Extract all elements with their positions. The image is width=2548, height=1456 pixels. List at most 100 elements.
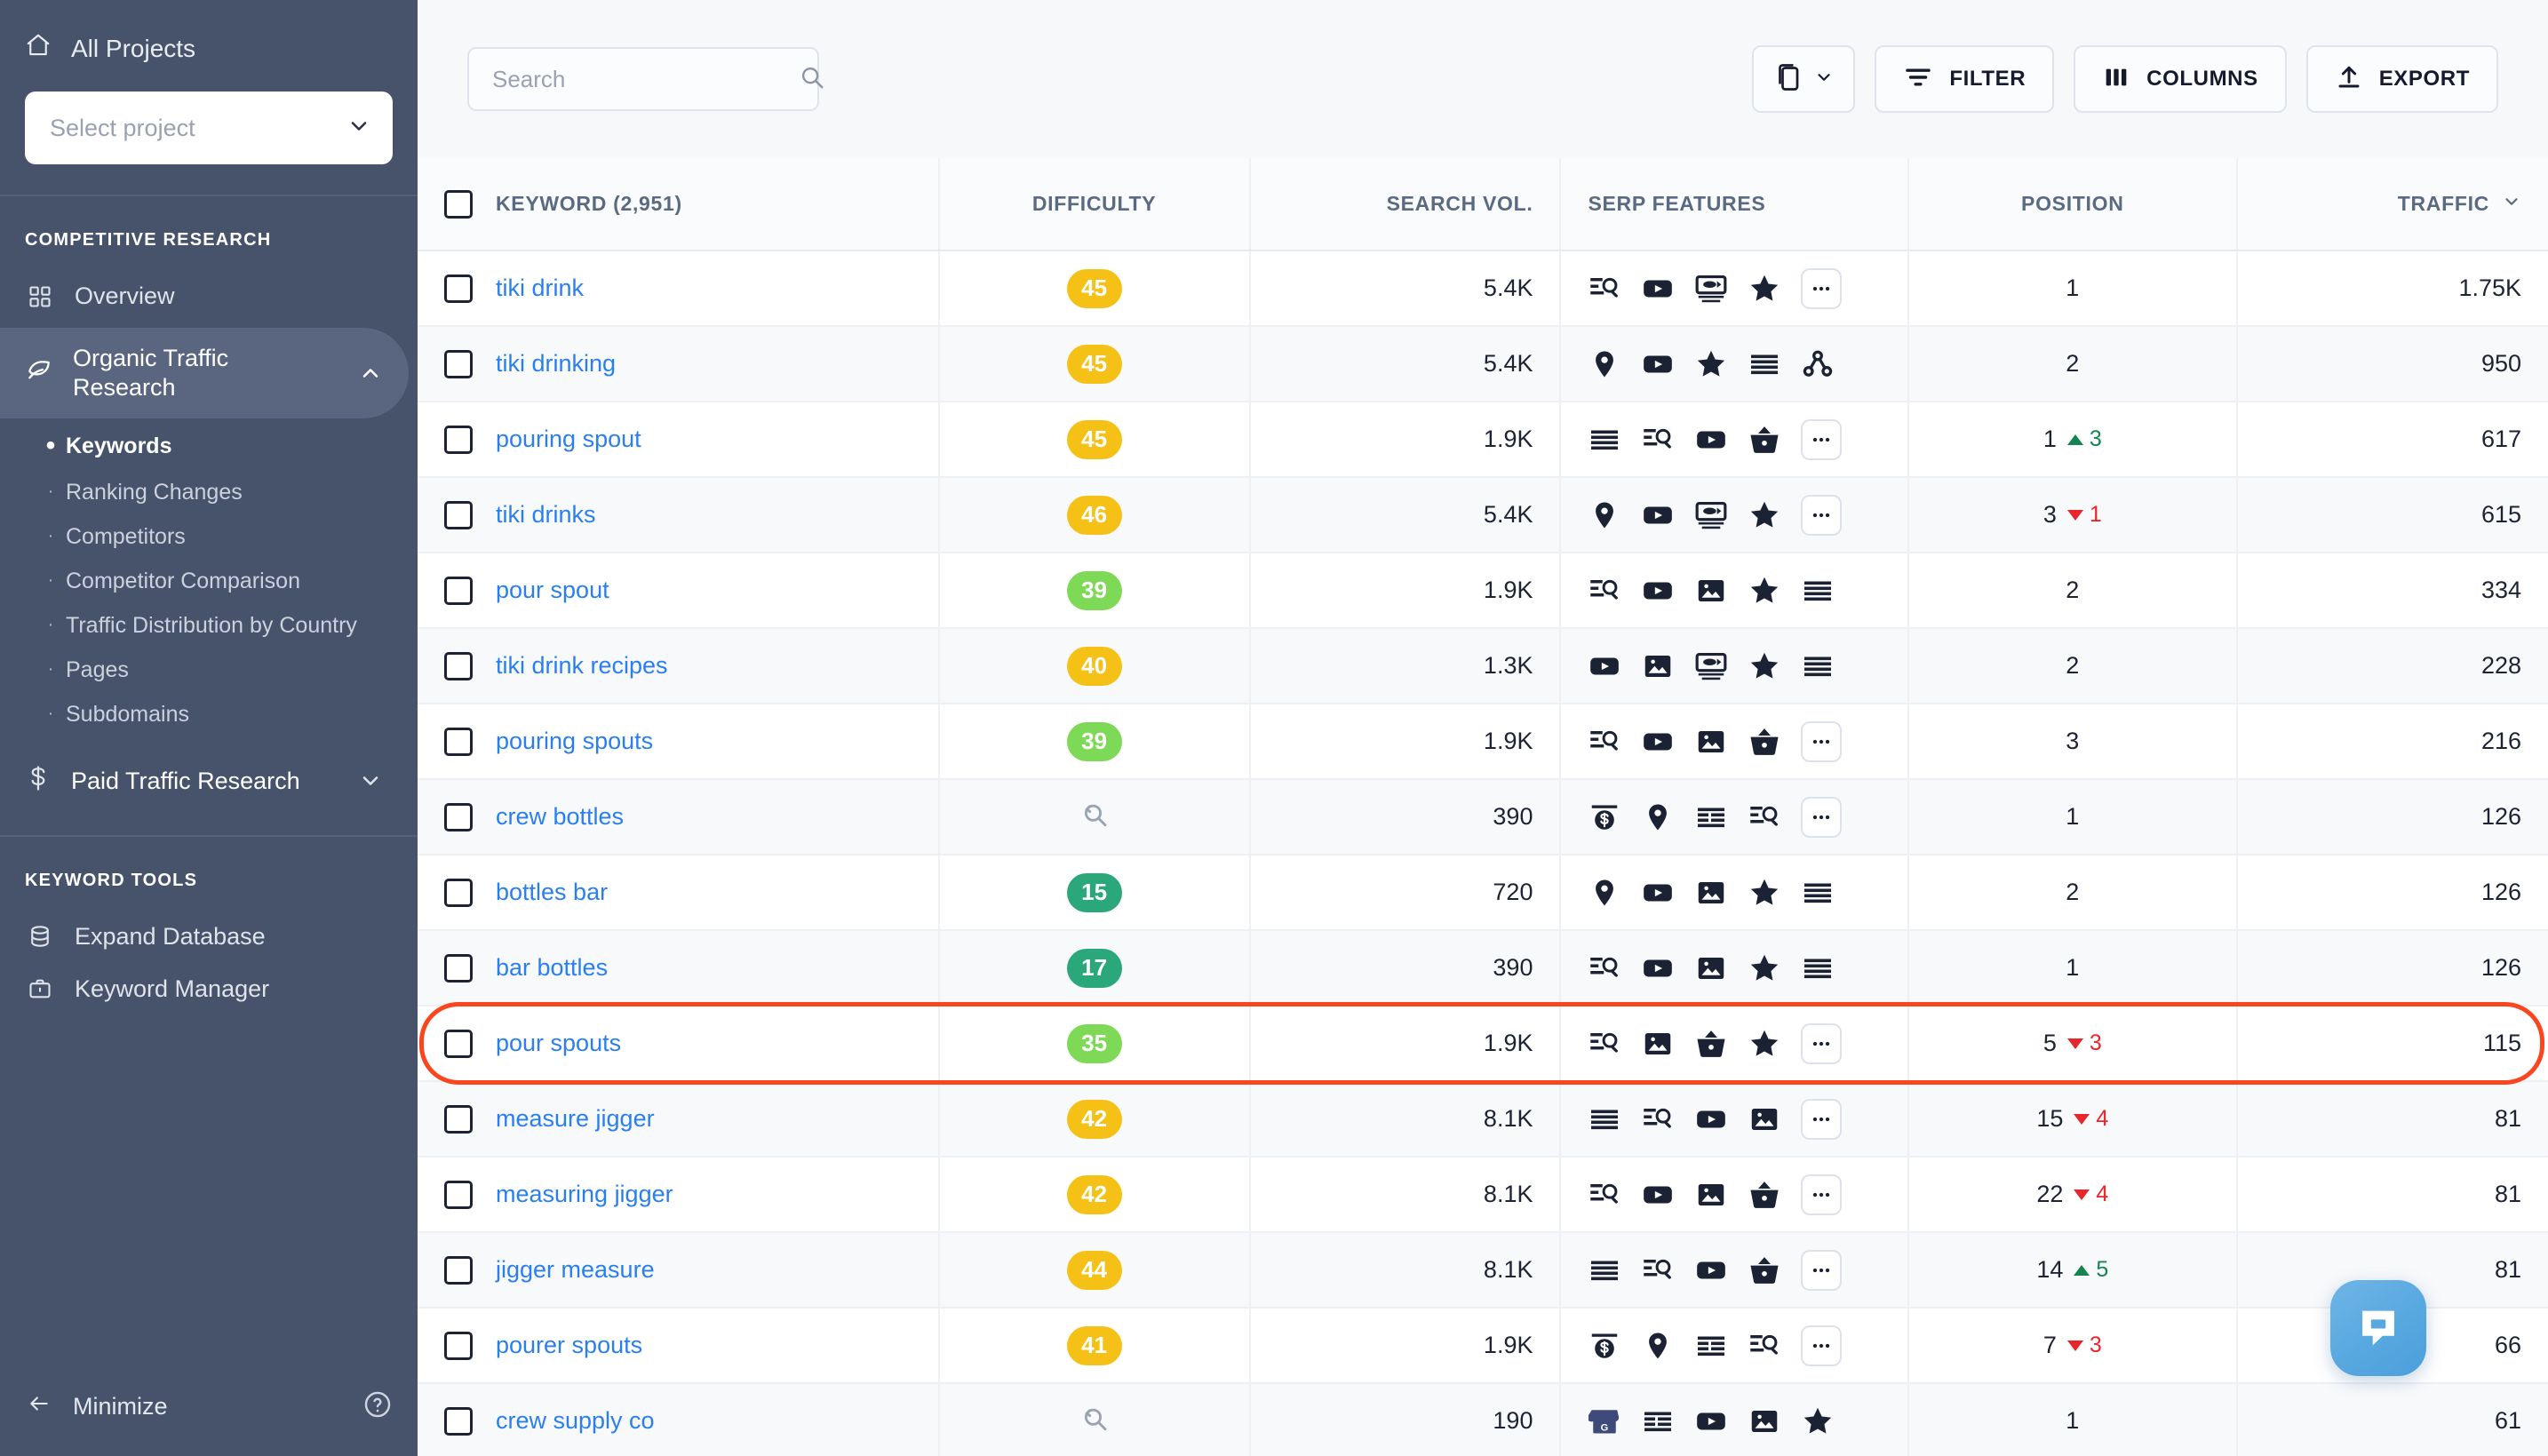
keyword-link[interactable]: crew supply co — [496, 1407, 655, 1435]
table-row[interactable]: crew supply co 190 G 1 61 — [418, 1383, 2548, 1456]
keyword-link[interactable]: pour spouts — [496, 1030, 621, 1057]
row-checkbox[interactable] — [444, 274, 473, 303]
position-value: 1 — [2066, 274, 2080, 301]
sidebar-item-pages[interactable]: · Pages — [0, 648, 418, 692]
serp-more-icon[interactable] — [1801, 1325, 1843, 1366]
serp-youtube-icon — [1641, 1178, 1675, 1212]
sidebar-group-organic-traffic-research[interactable]: Organic Traffic Research — [0, 328, 409, 418]
row-checkbox[interactable] — [444, 425, 473, 454]
table-row[interactable]: measure jigger 42 8.1K 15 4 81 — [418, 1081, 2548, 1158]
row-checkbox[interactable] — [444, 802, 473, 831]
sidebar-item-keywords[interactable]: • Keywords — [0, 422, 418, 470]
keyword-link[interactable]: bottles bar — [496, 879, 608, 906]
sidebar-item-keyword-manager[interactable]: Keyword Manager — [0, 963, 418, 1015]
serp-more-icon[interactable] — [1801, 1022, 1843, 1064]
row-checkbox[interactable] — [444, 651, 473, 680]
serp-more-icon[interactable] — [1801, 720, 1843, 762]
table-row[interactable]: pouring spouts 39 1.9K 3 216 — [418, 704, 2548, 780]
minimize-button[interactable]: Minimize — [25, 1392, 168, 1421]
keyword-link[interactable]: measure jigger — [496, 1105, 655, 1133]
table-row[interactable]: bottles bar 15 720 2 126 — [418, 855, 2548, 931]
sidebar-item-competitors[interactable]: · Competitors — [0, 514, 418, 559]
keyword-link[interactable]: pour spout — [496, 577, 609, 604]
triangle-down-icon — [2066, 509, 2083, 521]
column-header-search-vol[interactable]: SEARCH VOL. — [1249, 158, 1562, 251]
serp-more-icon[interactable] — [1801, 418, 1843, 460]
row-checkbox[interactable] — [444, 500, 473, 529]
keyword-link[interactable]: tiki drinking — [496, 350, 616, 378]
cell-search-vol: 1.9K — [1249, 402, 1562, 478]
table-row[interactable]: pourer spouts 41 1.9K 73 66 — [418, 1308, 2548, 1384]
sidebar-item-traffic-distribution-by-country[interactable]: · Traffic Distribution by Country — [0, 603, 418, 648]
table-row[interactable]: jigger measure 44 8.1K 14 5 81 — [418, 1232, 2548, 1309]
column-header-position[interactable]: POSITION — [1907, 158, 2239, 251]
svg-text:G: G — [1601, 1422, 1609, 1433]
column-header-traffic[interactable]: TRAFFIC — [2237, 158, 2548, 251]
cell-difficulty: 45 — [938, 402, 1251, 478]
row-checkbox[interactable] — [444, 878, 473, 907]
help-icon[interactable] — [362, 1389, 393, 1424]
row-checkbox[interactable] — [444, 1180, 473, 1209]
sidebar-group-paid-traffic-research[interactable]: Paid Traffic Research — [0, 749, 409, 814]
keyword-link[interactable]: pouring spout — [496, 426, 641, 453]
table-row[interactable]: tiki drink recipes 40 1.3K 2 228 — [418, 628, 2548, 704]
serp-list-icon — [1801, 876, 1835, 910]
keyword-link[interactable]: jigger measure — [496, 1256, 655, 1284]
table-row[interactable]: pouring spout 45 1.9K 13 617 — [418, 402, 2548, 478]
sidebar-item-expand-database[interactable]: Expand Database — [0, 911, 418, 963]
keyword-link[interactable]: bar bottles — [496, 954, 608, 982]
table-row[interactable]: tiki drink 45 5.4K 1 1.75K — [418, 251, 2548, 327]
row-checkbox[interactable] — [444, 576, 473, 605]
serp-more-icon[interactable] — [1801, 796, 1843, 838]
table-row[interactable]: measuring jigger 42 8.1K 22 4 81 — [418, 1157, 2548, 1233]
row-checkbox[interactable] — [444, 1406, 473, 1436]
project-select[interactable]: Select project — [25, 91, 393, 164]
keyword-link[interactable]: measuring jigger — [496, 1181, 673, 1208]
keyword-link[interactable]: pouring spouts — [496, 728, 653, 755]
cell-keyword: bottles bar — [418, 855, 940, 931]
keyword-link[interactable]: tiki drinks — [496, 501, 596, 529]
row-checkbox[interactable] — [444, 1029, 473, 1058]
search-input[interactable] — [492, 65, 790, 93]
table-row[interactable]: pour spouts 35 1.9K 53 115 — [418, 1006, 2548, 1082]
keyword-link[interactable]: pourer spouts — [496, 1332, 642, 1359]
table-row[interactable]: bar bottles 17 390 1 126 — [418, 930, 2548, 1006]
search-box[interactable] — [467, 47, 824, 111]
table-row[interactable]: pour spout 39 1.9K 2 334 — [418, 553, 2548, 629]
table-row[interactable]: tiki drinking 45 5.4K 2 950 — [418, 326, 2548, 402]
columns-button[interactable]: COLUMNS — [2074, 45, 2287, 113]
sidebar-item-ranking-changes[interactable]: · Ranking Changes — [0, 470, 418, 514]
triangle-down-icon — [2066, 1038, 2083, 1049]
sidebar-item-subdomains[interactable]: · Subdomains — [0, 692, 418, 736]
serp-more-icon[interactable] — [1801, 494, 1843, 536]
column-header-difficulty[interactable]: DIFFICULTY — [938, 158, 1251, 251]
table-row[interactable]: crew bottles 390 1 126 — [418, 779, 2548, 855]
chat-button[interactable] — [2330, 1280, 2426, 1376]
column-header-keyword[interactable]: KEYWORD (2,951) — [418, 158, 940, 251]
cell-difficulty: 45 — [938, 326, 1251, 402]
select-all-checkbox[interactable] — [444, 189, 473, 219]
row-checkbox[interactable] — [444, 349, 473, 378]
row-checkbox[interactable] — [444, 1331, 473, 1360]
device-toggle-button[interactable] — [1752, 45, 1856, 113]
keyword-link[interactable]: tiki drink — [496, 274, 584, 302]
row-checkbox[interactable] — [444, 727, 473, 756]
serp-youtube-icon — [1641, 272, 1675, 306]
table-row[interactable]: tiki drinks 46 5.4K 31 615 — [418, 477, 2548, 553]
sidebar-all-projects[interactable]: All Projects — [25, 27, 393, 65]
column-header-serp-features[interactable]: SERP FEATURES — [1560, 158, 1909, 251]
keyword-link[interactable]: crew bottles — [496, 803, 624, 831]
filter-button[interactable]: FILTER — [1875, 45, 2055, 113]
sidebar-item-competitor-comparison[interactable]: · Competitor Comparison — [0, 559, 418, 603]
export-button[interactable]: EXPORT — [2305, 45, 2498, 113]
keyword-link[interactable]: tiki drink recipes — [496, 652, 668, 680]
sidebar-item-overview[interactable]: Overview — [0, 270, 418, 322]
row-checkbox[interactable] — [444, 1255, 473, 1285]
row-checkbox[interactable] — [444, 1104, 473, 1134]
serp-more-icon[interactable] — [1801, 1174, 1843, 1215]
difficulty-badge: 45 — [1066, 419, 1122, 459]
row-checkbox[interactable] — [444, 953, 473, 983]
serp-more-icon[interactable] — [1801, 267, 1843, 309]
serp-more-icon[interactable] — [1801, 1249, 1843, 1291]
serp-more-icon[interactable] — [1801, 1098, 1843, 1140]
